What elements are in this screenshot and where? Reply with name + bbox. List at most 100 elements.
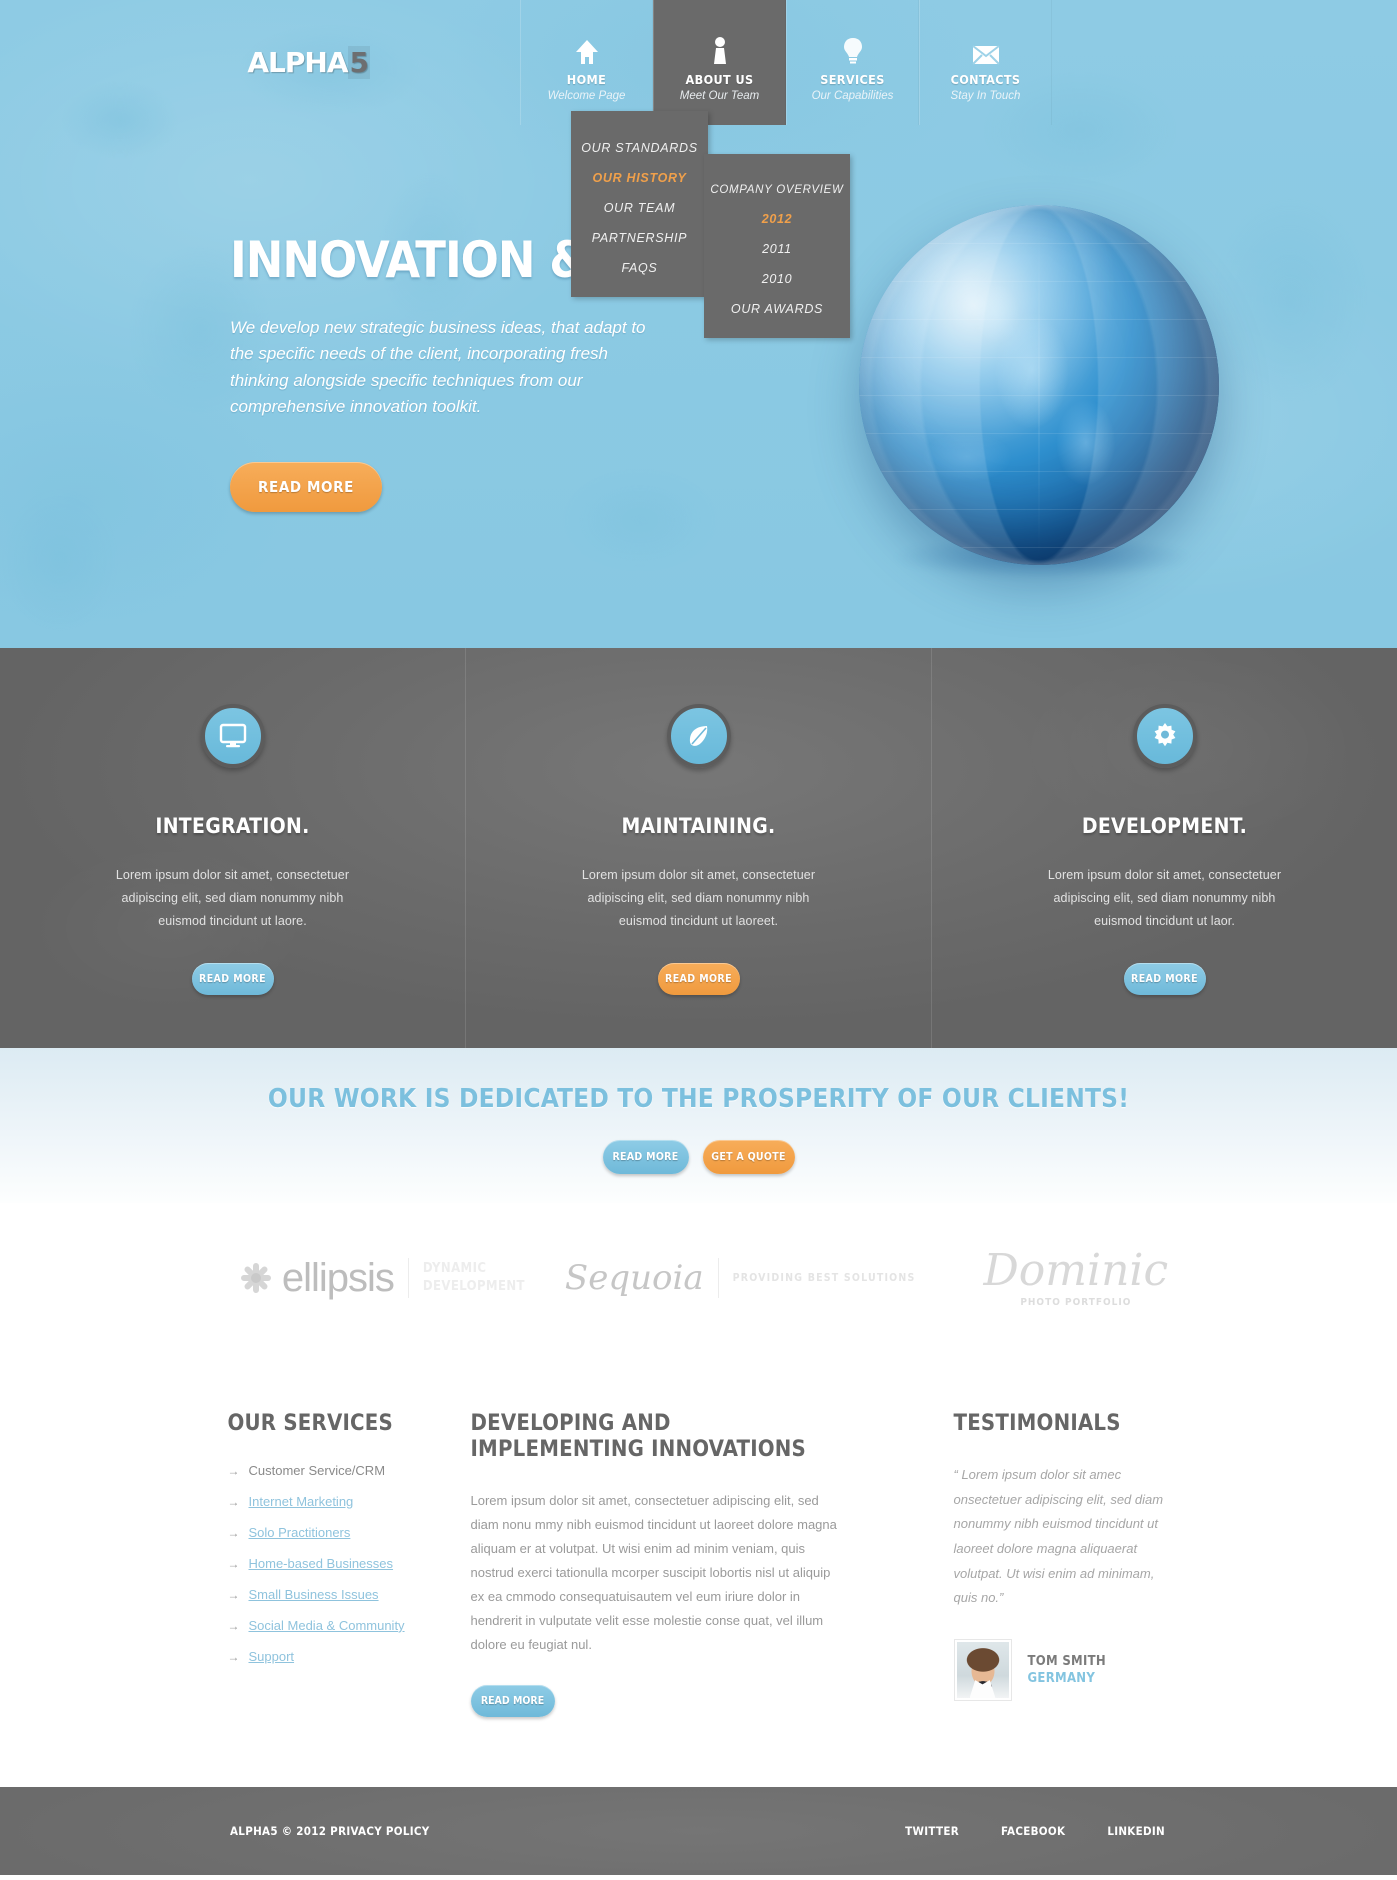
column-heading: DEVELOPING AND IMPLEMENTING INNOVATIONS [470, 1411, 806, 1462]
partner-logo-sequoia[interactable]: Sequoia PROVIDING BEST SOLUTIONS [565, 1258, 916, 1298]
user-icon [709, 32, 731, 66]
nav-item-title: CONTACTS [950, 71, 1021, 87]
service-label[interactable]: Internet Marketing [249, 1494, 354, 1509]
partner-tagline: DYNAMIC DEVELOPMENT [423, 1260, 525, 1295]
site-logo[interactable]: ALPHA 5 [247, 46, 370, 79]
author-name: TOM SMITH [1027, 1654, 1107, 1670]
list-item[interactable]: → Solo Practitioners [228, 1525, 417, 1540]
feature-text: Lorem ipsum dolor sit amet, consectetuer… [581, 868, 816, 929]
main-navigation: ALPHA5 HOME Welcome Page ABOUT US Meet [0, 0, 1397, 125]
dropdown-item-partnership[interactable]: PARTNERSHIP [571, 223, 708, 253]
column-testimonials: TESTIMONIALS “ Lorem ipsum dolor sit ame… [936, 1411, 1196, 1717]
list-item[interactable]: → Social Media & Community [228, 1618, 417, 1633]
column-our-services: OUR SERVICES → Customer Service/CRM → Inte… [210, 1411, 435, 1717]
feature-read-more-button[interactable]: READ MORE [191, 963, 274, 996]
author-location: GERMANY [1027, 1671, 1096, 1687]
nav-item-contacts[interactable]: CONTACTS Stay In Touch [919, 0, 1052, 125]
dropdown-item-our-awards[interactable]: OUR AWARDS [704, 294, 850, 324]
service-label[interactable]: Home-based Businesses [249, 1556, 394, 1571]
cta-get-a-quote-button[interactable]: GET A QUOTE [702, 1140, 795, 1174]
nav-items: HOME Welcome Page ABOUT US Meet Our Team… [520, 0, 1052, 125]
hero-description: We develop new strategic business ideas,… [230, 318, 646, 417]
partner-tagline-line1: DYNAMIC [422, 1261, 487, 1277]
social-link-facebook[interactable]: FACEBOOK [1001, 1824, 1065, 1838]
dropdown-item-2011[interactable]: 2011 [704, 234, 850, 264]
nav-item-subtitle: Meet Our Team [679, 89, 760, 102]
dropdown-menu-about-us: OUR STANDARDS OUR HISTORY OUR TEAM PARTN… [571, 111, 708, 297]
testimonial-quote: “ Lorem ipsum dolor sit amec onsectetuer… [953, 1466, 1164, 1606]
hero-section: ALPHA5 HOME Welcome Page ABOUT US Meet [0, 0, 1397, 648]
column-heading: OUR SERVICES [227, 1411, 393, 1436]
column-developing-innovations: DEVELOPING AND IMPLEMENTING INNOVATIONS … [453, 1411, 858, 1718]
hero-read-more-button[interactable]: READ MORE [230, 462, 382, 513]
list-item[interactable]: → Home-based Businesses [228, 1556, 417, 1571]
cta-buttons: READ MORE GET A QUOTE [0, 1140, 1397, 1174]
feature-read-more-button[interactable]: READ MORE [657, 963, 740, 996]
feature-title: DEVELOPMENT. [1081, 814, 1248, 838]
page-footer: ALPHA5 © 2012 PRIVACY POLICY TWITTER FAC… [0, 1787, 1397, 1876]
partner-tagline: PHOTO PORTFOLIO [1020, 1296, 1132, 1308]
dropdown-item-our-team[interactable]: OUR TEAM [571, 193, 708, 223]
arrow-icon: → [227, 1494, 240, 1509]
partner-name: Dominic [983, 1244, 1169, 1296]
partner-logo-ellipsis[interactable]: ellipsis DYNAMIC DEVELOPMENT [239, 1256, 525, 1301]
nav-item-home[interactable]: HOME Welcome Page [520, 0, 653, 125]
content-columns: OUR SERVICES → Customer Service/CRM → Inte… [0, 1353, 1397, 1788]
nav-item-subtitle: Welcome Page [547, 89, 626, 102]
feature-card-integration: INTEGRATION. Lorem ipsum dolor sit amet,… [0, 648, 466, 1048]
service-label[interactable]: Social Media & Community [249, 1618, 405, 1633]
author-info: TOM SMITH GERMANY [1028, 1654, 1107, 1686]
partner-tagline: PROVIDING BEST SOLUTIONS [732, 1272, 916, 1284]
dropdown-item-our-history[interactable]: OUR HISTORY [571, 163, 708, 193]
leaf-icon [666, 704, 731, 768]
cta-heading: OUR WORK IS DEDICATED TO THE PROSPERITY … [267, 1084, 1130, 1114]
avatar-image [956, 1642, 1009, 1699]
arrow-icon: → [227, 1618, 240, 1633]
list-item[interactable]: → Customer Service/CRM [228, 1463, 417, 1478]
list-item[interactable]: → Support [228, 1649, 417, 1664]
envelope-icon [971, 32, 1000, 66]
gear-icon [1132, 704, 1197, 768]
nav-item-title: SERVICES [820, 71, 885, 87]
dropdown-item-faqs[interactable]: FAQS [571, 253, 708, 283]
feature-card-maintaining: MAINTAINING. Lorem ipsum dolor sit amet,… [466, 648, 932, 1048]
nav-item-about-us[interactable]: ABOUT US Meet Our Team [653, 0, 786, 125]
feature-text: Lorem ipsum dolor sit amet, consectetuer… [115, 868, 350, 929]
partner-name: ellipsis [281, 1255, 395, 1300]
feature-read-more-button[interactable]: READ MORE [1123, 963, 1206, 996]
nav-item-services[interactable]: SERVICES Our Capabilities [786, 0, 919, 125]
service-label[interactable]: Solo Practitioners [249, 1525, 351, 1540]
list-item[interactable]: → Small Business Issues [228, 1587, 417, 1602]
partner-name: Sequoia [564, 1258, 704, 1298]
features-section: INTEGRATION. Lorem ipsum dolor sit amet,… [0, 648, 1397, 1048]
cta-read-more-button[interactable]: READ MORE [602, 1140, 689, 1174]
service-label[interactable]: Support [249, 1649, 295, 1664]
partner-tagline-line2: DEVELOPMENT [422, 1279, 525, 1294]
dropdown-item-2010[interactable]: 2010 [704, 264, 850, 294]
arrow-icon: → [227, 1556, 240, 1571]
dropdown-item-our-standards[interactable]: OUR STANDARDS [571, 133, 708, 163]
footer-social-links: TWITTER FACEBOOK LINKEDIN [905, 1824, 1165, 1838]
developing-read-more-button[interactable]: READ MORE [470, 1685, 555, 1718]
nav-item-title: ABOUT US [685, 71, 754, 87]
social-link-twitter[interactable]: TWITTER [905, 1824, 959, 1838]
cta-banner: OUR WORK IS DEDICATED TO THE PROSPERITY … [0, 1048, 1397, 1203]
nav-item-title: HOME [566, 71, 607, 87]
service-label[interactable]: Small Business Issues [249, 1587, 379, 1602]
dropdown-item-company-overview[interactable]: COMPANY OVERVIEW [704, 176, 850, 204]
avatar [953, 1639, 1012, 1702]
feature-card-development: DEVELOPMENT. Lorem ipsum dolor sit amet,… [932, 648, 1397, 1048]
list-item[interactable]: → Internet Marketing [228, 1494, 417, 1509]
dropdown-item-2012[interactable]: 2012 [704, 204, 850, 234]
arrow-icon: → [227, 1463, 240, 1478]
social-link-linkedin[interactable]: LINKEDIN [1107, 1824, 1165, 1838]
feature-title: MAINTAINING. [621, 814, 776, 838]
column-heading: TESTIMONIALS [953, 1411, 1121, 1436]
column-body-text: Lorem ipsum dolor sit amet, consectetuer… [470, 1492, 837, 1653]
partner-logo-dominic[interactable]: Dominic PHOTO PORTFOLIO [983, 1244, 1169, 1308]
arrow-icon: → [227, 1587, 240, 1602]
nav-item-subtitle: Stay In Touch [950, 89, 1021, 102]
flower-icon [239, 1261, 273, 1295]
logo-container[interactable]: ALPHA 5 [0, 0, 520, 125]
arrow-icon: → [227, 1525, 240, 1540]
